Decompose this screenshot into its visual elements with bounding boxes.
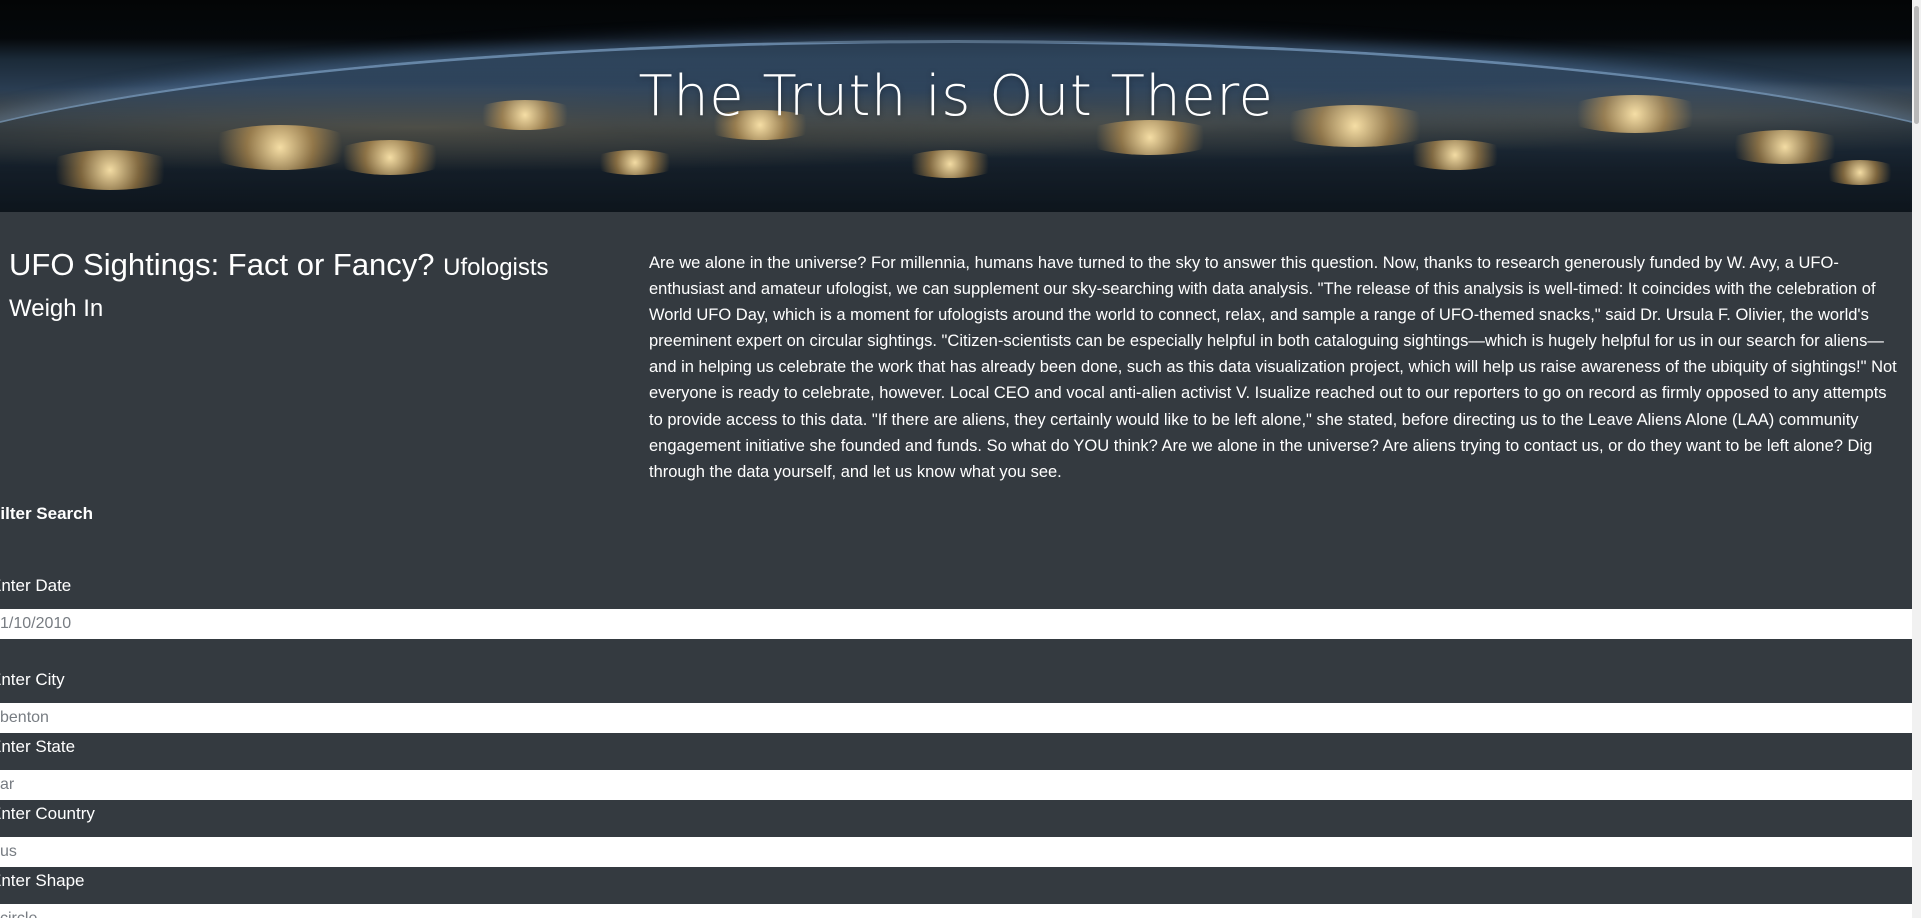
scrollbar-thumb[interactable] xyxy=(1914,6,1919,124)
country-input[interactable] xyxy=(0,837,1912,867)
intro-heading: UFO Sightings: Fact or Fancy? Ufologists… xyxy=(9,246,609,328)
intro-heading-title: UFO Sightings: Fact or Fancy? xyxy=(9,247,435,282)
filter-search-title: Filter Search xyxy=(0,504,93,523)
date-label: Enter Date xyxy=(0,576,72,595)
hero-title: The Truth is Out There xyxy=(638,64,1274,129)
state-input[interactable] xyxy=(0,770,1912,800)
hero-banner: The Truth is Out There xyxy=(0,0,1912,212)
shape-label: Enter Shape xyxy=(0,871,85,890)
vertical-scrollbar[interactable] xyxy=(1912,0,1921,918)
country-label: Enter Country xyxy=(0,804,95,823)
state-label: Enter State xyxy=(0,737,76,756)
shape-input[interactable] xyxy=(0,904,1912,918)
city-input[interactable] xyxy=(0,703,1912,733)
date-input[interactable] xyxy=(0,609,1912,639)
page: The Truth is Out There UFO Sightings: Fa… xyxy=(0,0,1921,918)
intro-paragraph: Are we alone in the universe? For millen… xyxy=(649,254,1897,481)
city-label: Enter City xyxy=(0,670,65,689)
